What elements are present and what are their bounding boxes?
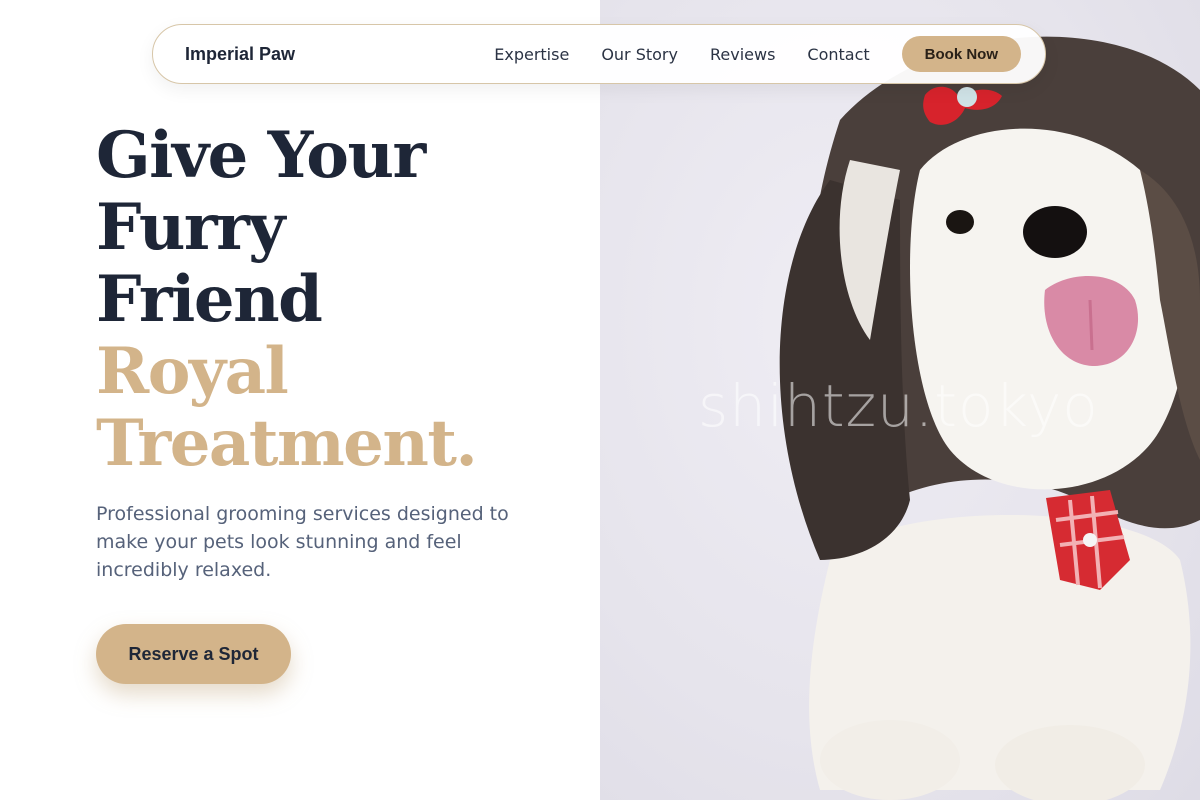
top-navbar: Imperial Paw Expertise Our Story Reviews… <box>152 24 1046 84</box>
nav-link-reviews[interactable]: Reviews <box>710 45 775 64</box>
hero-dog-photo: shihtzu.tokyo <box>600 0 1200 800</box>
hero-title-line: Friend <box>96 262 323 337</box>
hero-title-line: Give Your <box>96 118 426 193</box>
nav-link-our-story[interactable]: Our Story <box>601 45 678 64</box>
nav-link-expertise[interactable]: Expertise <box>494 45 569 64</box>
hero-title-line: Furry <box>96 190 285 265</box>
hero-title: Give Your Furry Friend Royal Treatment. <box>96 118 478 481</box>
brand-logo[interactable]: Imperial Paw <box>185 44 494 65</box>
nav-link-contact[interactable]: Contact <box>807 45 869 64</box>
nav-links: Expertise Our Story Reviews Contact Book… <box>494 36 1021 72</box>
book-now-button[interactable]: Book Now <box>901 36 1021 72</box>
hero-title-accent-line: Royal <box>96 334 289 409</box>
reserve-spot-button[interactable]: Reserve a Spot <box>96 624 291 684</box>
hero-title-accent-line: Treatment. <box>96 406 478 481</box>
hero-subtitle: Professional grooming services designed … <box>96 503 509 581</box>
photo-watermark: shihtzu.tokyo <box>698 372 1099 440</box>
